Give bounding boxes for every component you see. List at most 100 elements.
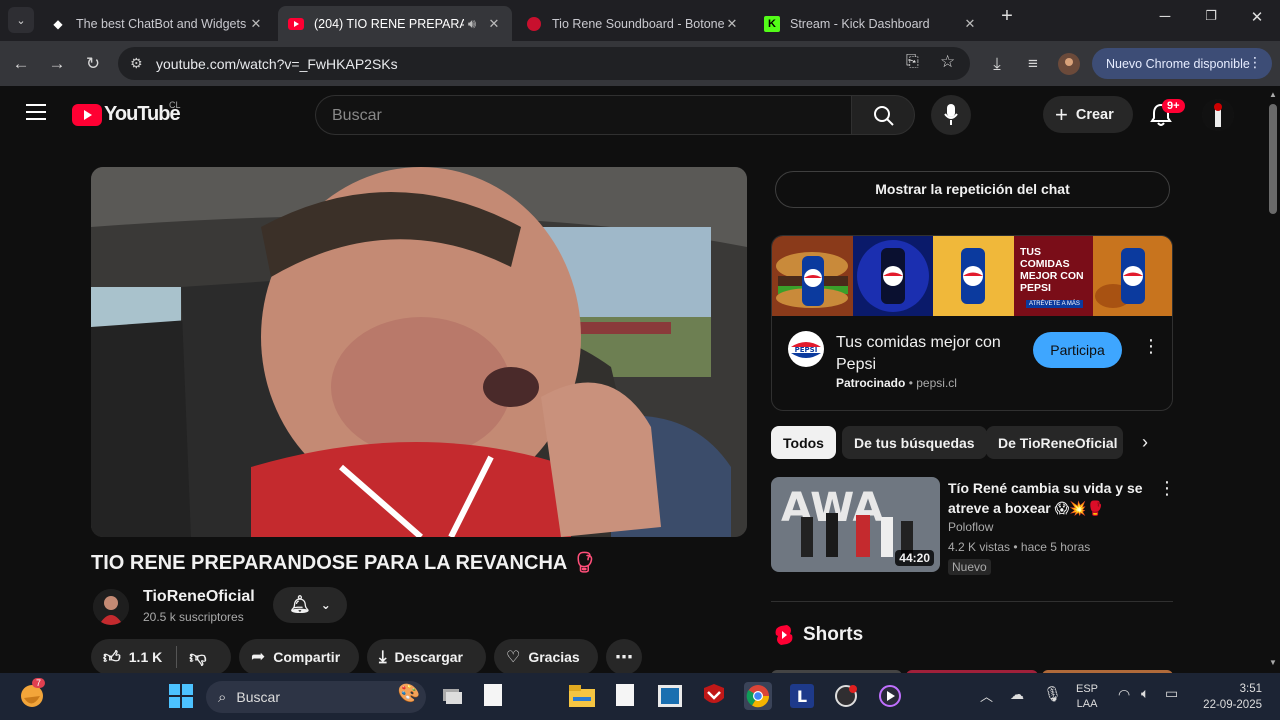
browser-tab-strip: ⌄ ◆ The best ChatBot and Widgets f ✕ (20… (0, 0, 1280, 41)
like-dislike-group: 👍︎ 1.1 K 👎︎ (91, 639, 231, 675)
download-icon[interactable]: ⤓ (984, 51, 1010, 77)
wifi-icon[interactable]: ◠ (1118, 686, 1130, 703)
close-icon[interactable]: ✕ (248, 16, 264, 32)
youtube-logo[interactable]: YouTube (72, 103, 181, 126)
mcafee-icon[interactable] (700, 682, 728, 710)
site-settings-icon[interactable]: ⚙ (130, 55, 143, 72)
weather-widget-icon[interactable]: 7 (18, 678, 46, 710)
tab-soundboard[interactable]: Tio Rene Soundboard - Botone ✕ (516, 6, 750, 41)
microphone-icon[interactable]: 🎙︎ (1043, 685, 1062, 703)
notifications-button[interactable]: 9+ (1150, 99, 1185, 132)
l-app-icon[interactable]: L (788, 682, 816, 710)
photos-app-icon[interactable] (656, 682, 684, 710)
chevron-right-icon[interactable]: › (1142, 432, 1148, 453)
url-text[interactable]: youtube.com/watch?v=_FwHKAP2SKs (156, 56, 398, 72)
document-icon[interactable] (612, 682, 640, 710)
ad-title[interactable]: Tus comidas mejor con Pepsi (836, 332, 1016, 376)
close-icon[interactable]: ✕ (962, 16, 978, 32)
more-actions-button[interactable]: ⋯ (606, 639, 642, 675)
media-controls-icon[interactable]: ≡ (1020, 51, 1046, 77)
install-app-icon[interactable]: ⎘ (906, 53, 919, 71)
input-language-indicator[interactable]: ESP LAA (1076, 682, 1098, 712)
cloud-sync-icon[interactable]: ☁ (1010, 686, 1024, 703)
new-tab-button[interactable]: + (992, 5, 1022, 29)
recommended-title[interactable]: Tío René cambia su vida y se atreve a bo… (948, 478, 1148, 518)
clock[interactable]: 3:51 22-09-2025 (1196, 681, 1262, 713)
close-icon[interactable]: ✕ (724, 16, 740, 32)
obs-icon[interactable] (832, 682, 860, 710)
chevron-up-icon[interactable]: ︿ (980, 686, 993, 705)
chat-replay-button[interactable]: Mostrar la repetición del chat (775, 171, 1170, 208)
taskbar-search-box[interactable]: ⌕ Buscar 🎨 (206, 681, 426, 713)
search-icon (874, 106, 894, 126)
tab-youtube-video[interactable]: (204) TIO RENE PREPARANI 🔊︎ ✕ (278, 6, 512, 41)
kebab-menu-icon[interactable]: ⋮ (1158, 478, 1176, 499)
battery-icon[interactable]: ▭ (1165, 685, 1178, 702)
chip-from-channel[interactable]: De TioReneOficial (986, 426, 1123, 459)
scroll-up-icon[interactable]: ▲ (1269, 90, 1277, 99)
chip-all[interactable]: Todos (771, 426, 836, 459)
ad-card[interactable]: TUS COMIDAS MEJOR CON PEPSI ATRÉVETE A M… (771, 235, 1173, 411)
account-avatar[interactable] (1202, 99, 1234, 131)
ad-banner-text: TUS COMIDAS MEJOR CON PEPSI (1020, 246, 1084, 294)
chrome-taskbar-icon[interactable] (744, 682, 772, 710)
restore-button[interactable]: ❐ (1196, 8, 1226, 32)
keyboard-layout: LAA (1076, 698, 1098, 710)
thumbs-down-icon[interactable]: 👎︎ (189, 647, 206, 668)
ad-cta-button[interactable]: Participa (1033, 332, 1122, 368)
page-scrollbar[interactable]: ▲ ▼ (1266, 86, 1280, 673)
voice-search-button[interactable] (931, 95, 971, 135)
reload-icon[interactable]: ↻ (80, 51, 106, 77)
red-circle-logo-icon (526, 16, 542, 32)
forward-arrow-icon[interactable]: → (44, 51, 70, 77)
share-button[interactable]: ➦ Compartir (239, 639, 359, 675)
chrome-update-button[interactable]: Nuevo Chrome disponible ⋮ (1092, 48, 1272, 79)
like-count[interactable]: 1.1 K (129, 649, 162, 665)
subscription-bell-button[interactable]: 🔔︎ ⌄ (273, 587, 347, 623)
download-button[interactable]: ⤓ Descargar (367, 639, 486, 675)
svg-text:L: L (797, 687, 807, 706)
chip-from-searches[interactable]: De tus búsquedas (842, 426, 987, 459)
kebab-menu-icon[interactable]: ⋮ (1142, 336, 1160, 357)
channel-name[interactable]: TioReneOficial (143, 588, 255, 606)
profile-avatar-icon[interactable] (1056, 51, 1082, 77)
tab-chatbot[interactable]: ◆ The best ChatBot and Widgets f ✕ (40, 6, 274, 41)
kebab-menu-icon[interactable]: ⋮ (1248, 54, 1262, 71)
tab-search-icon[interactable]: ⌄ (8, 7, 34, 33)
notepad-icon[interactable] (480, 682, 508, 710)
shorts-header: Shorts (775, 624, 863, 646)
address-bar[interactable]: ⚙ youtube.com/watch?v=_FwHKAP2SKs ⎘ ☆ (118, 47, 970, 80)
clock-time: 3:51 (1239, 683, 1262, 695)
close-icon[interactable]: ✕ (486, 16, 502, 32)
recommended-channel[interactable]: Poloflow (948, 520, 993, 534)
search-button[interactable] (851, 95, 915, 135)
thumbs-up-icon[interactable]: 👍︎ (103, 647, 121, 668)
video-player[interactable] (91, 167, 747, 537)
minimize-button[interactable]: ─ (1150, 8, 1180, 32)
youtube-play-icon (72, 103, 102, 126)
thanks-button[interactable]: ♡ Gracias (494, 639, 598, 675)
tab-kick-dashboard[interactable]: K Stream - Kick Dashboard ✕ (754, 6, 988, 41)
scroll-down-icon[interactable]: ▼ (1269, 658, 1277, 667)
taskbar-search-placeholder: Buscar (236, 689, 280, 705)
boxing-glove-icon: 🥊︎ (572, 552, 598, 574)
start-menu-icon[interactable] (167, 682, 195, 710)
window-close-button[interactable]: ✕ (1242, 8, 1272, 32)
recommended-thumbnail[interactable]: AWA 44:20 (771, 477, 940, 572)
hamburger-menu-icon[interactable] (26, 104, 46, 120)
channel-avatar[interactable] (93, 589, 129, 625)
create-button[interactable]: + Crear (1043, 96, 1133, 133)
task-view-icon[interactable] (438, 682, 466, 710)
browser-toolbar: ← → ↻ ⚙ youtube.com/watch?v=_FwHKAP2SKs … (0, 41, 1280, 86)
pepsi-logo-icon: PEPSI (788, 331, 824, 367)
new-badge: Nuevo (948, 559, 991, 575)
speaker-icon[interactable]: 🔊︎ (464, 16, 480, 32)
tab-title: Stream - Kick Dashboard (790, 16, 930, 31)
search-input[interactable]: Buscar (315, 95, 851, 135)
back-arrow-icon[interactable]: ← (8, 51, 34, 77)
scrollbar-thumb[interactable] (1269, 104, 1277, 214)
bookmark-star-icon[interactable]: ☆ (940, 52, 955, 72)
volume-icon[interactable]: 🔈︎ (1141, 685, 1149, 702)
file-explorer-icon[interactable] (568, 682, 596, 710)
media-player-icon[interactable] (876, 682, 904, 710)
